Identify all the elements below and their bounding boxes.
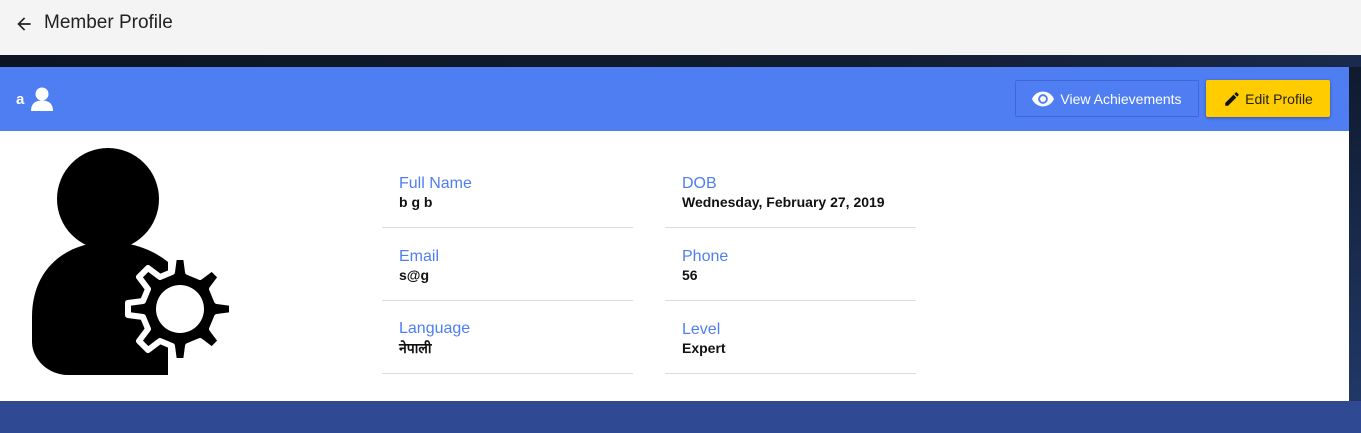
eye-icon [1032, 91, 1055, 106]
app-header: Member Profile [0, 0, 1361, 55]
full-name-field: Full Name b g b [382, 155, 633, 228]
level-value: Expert [682, 340, 726, 356]
pencil-icon [1225, 91, 1239, 106]
dob-value: Wednesday, February 27, 2019 [682, 194, 885, 210]
dob-field: DOB Wednesday, February 27, 2019 [665, 155, 916, 228]
full-name-value: b g b [399, 194, 433, 210]
background-band [0, 55, 1361, 67]
back-button[interactable] [13, 13, 35, 35]
language-label: Language [399, 320, 471, 337]
phone-label: Phone [682, 248, 729, 265]
view-achievements-label: View Achievements [1060, 90, 1182, 107]
email-label: Email [399, 248, 440, 265]
level-field: Level Expert [665, 301, 916, 374]
username: a [16, 91, 25, 108]
profile-card-header: a View Achievements Edit Profile [0, 67, 1349, 131]
profile-card-body: Full Name b g b DOB Wednesday, February … [0, 131, 1349, 401]
phone-value: 56 [682, 267, 698, 283]
level-label: Level [682, 321, 721, 338]
dob-label: DOB [682, 175, 717, 192]
arrow-left-icon [17, 17, 31, 31]
phone-field: Phone 56 [665, 228, 916, 301]
edit-profile-button[interactable]: Edit Profile [1206, 80, 1330, 117]
background-strip [1349, 67, 1361, 401]
language-field: Language नेपाली [382, 301, 633, 374]
language-value: नेपाली [399, 340, 432, 356]
view-achievements-button[interactable]: View Achievements [1015, 80, 1199, 117]
page-title: Member Profile [44, 12, 173, 33]
person-icon [31, 87, 53, 111]
user-settings-icon [32, 148, 235, 375]
full-name-label: Full Name [399, 175, 472, 192]
edit-profile-label: Edit Profile [1245, 90, 1313, 107]
email-value: s@g [399, 267, 429, 283]
email-field: Email s@g [382, 228, 633, 301]
